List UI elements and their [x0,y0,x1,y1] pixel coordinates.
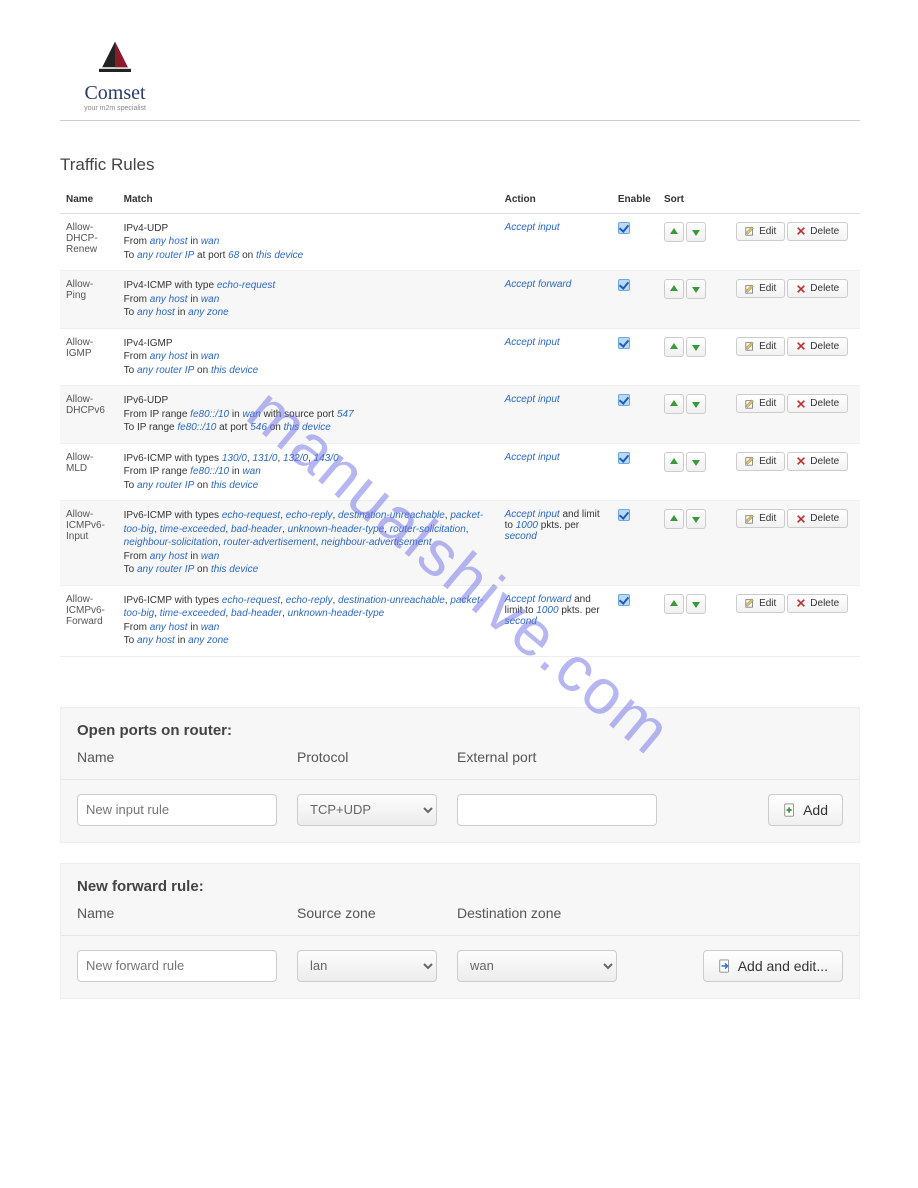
sort-up-button[interactable] [664,509,684,529]
enable-checkbox[interactable] [618,509,630,521]
edit-button[interactable]: Edit [736,594,785,613]
sort-up-button[interactable] [664,394,684,414]
brand-name: Comset [84,82,145,105]
rule-match: IPv6-ICMP with types echo-request, echo-… [118,501,499,586]
sort-up-button[interactable] [664,337,684,357]
open-ports-protocol-label: Protocol [297,749,437,765]
table-row: Allow-DHCP-RenewIPv4-UDPFrom any host in… [60,213,860,271]
enable-checkbox[interactable] [618,594,630,606]
sort-down-button[interactable] [686,394,706,414]
rule-action: Accept forward and limit to 1000 pkts. p… [499,585,612,656]
rule-action: Accept forward [499,271,612,329]
forward-add-button[interactable]: Add and edit... [703,950,843,982]
sort-down-button[interactable] [686,337,706,357]
delete-button[interactable]: Delete [787,394,848,413]
table-row: Allow-DHCPv6IPv6-UDPFrom IP range fe80::… [60,386,860,444]
open-ports-panel: Open ports on router: Name Protocol Exte… [60,707,860,843]
enable-checkbox[interactable] [618,337,630,349]
forward-src-select[interactable]: lan [297,950,437,982]
rule-match: IPv4-ICMP with type echo-requestFrom any… [118,271,499,329]
th-sort: Sort [658,187,730,213]
open-ports-name-label: Name [77,749,277,765]
rule-match: IPv6-ICMP with types 130/0, 131/0, 132/0… [118,443,499,501]
sort-down-button[interactable] [686,279,706,299]
open-ports-port-label: External port [457,749,657,765]
enable-checkbox[interactable] [618,222,630,234]
rule-name: Allow-MLD [60,443,118,501]
sort-down-button[interactable] [686,594,706,614]
sort-down-button[interactable] [686,222,706,242]
edit-button[interactable]: Edit [736,222,785,241]
sort-up-button[interactable] [664,222,684,242]
add-label: Add [803,802,828,818]
edit-button[interactable]: Edit [736,279,785,298]
forward-title: New forward rule: [61,864,859,905]
rule-match: IPv6-ICMP with types echo-request, echo-… [118,585,499,656]
table-row: Allow-IGMPIPv4-IGMPFrom any host in wanT… [60,328,860,386]
rule-name: Allow-ICMPv6-Input [60,501,118,586]
sort-down-button[interactable] [686,452,706,472]
add-edit-label: Add and edit... [738,958,828,974]
th-name: Name [60,187,118,213]
rule-action: Accept input [499,328,612,386]
brand-logo: Comset your m2m specialist [60,40,170,112]
delete-button[interactable]: Delete [787,222,848,241]
open-ports-name-input[interactable] [77,794,277,826]
open-ports-add-button[interactable]: Add [768,794,843,826]
sort-down-button[interactable] [686,509,706,529]
delete-button[interactable]: Delete [787,337,848,356]
plus-doc-icon [783,803,797,817]
open-ports-title: Open ports on router: [61,708,859,749]
forward-name-label: Name [77,905,277,921]
traffic-rules-table: Name Match Action Enable Sort Allow-DHCP… [60,187,860,657]
table-row: Allow-MLDIPv6-ICMP with types 130/0, 131… [60,443,860,501]
forward-src-label: Source zone [297,905,437,921]
sort-up-button[interactable] [664,279,684,299]
delete-button[interactable]: Delete [787,452,848,471]
forward-panel: New forward rule: Name Source zone Desti… [60,863,860,999]
forward-dst-select[interactable]: wan [457,950,617,982]
rule-action: Accept input and limit to 1000 pkts. per… [499,501,612,586]
rule-action: Accept input [499,443,612,501]
traffic-rules-title: Traffic Rules [60,155,860,175]
open-ports-port-input[interactable] [457,794,657,826]
rule-match: IPv4-UDPFrom any host in wanTo any route… [118,213,499,271]
forward-dst-label: Destination zone [457,905,617,921]
table-row: Allow-ICMPv6-ForwardIPv6-ICMP with types… [60,585,860,656]
rule-name: Allow-Ping [60,271,118,329]
table-row: Allow-ICMPv6-InputIPv6-ICMP with types e… [60,501,860,586]
brand-tagline: your m2m specialist [84,105,146,112]
edit-button[interactable]: Edit [736,452,785,471]
rule-name: Allow-DHCPv6 [60,386,118,444]
th-match: Match [118,187,499,213]
open-ports-protocol-select[interactable]: TCP+UDP [297,794,437,826]
forward-name-input[interactable] [77,950,277,982]
enable-checkbox[interactable] [618,394,630,406]
enable-checkbox[interactable] [618,452,630,464]
rule-name: Allow-ICMPv6-Forward [60,585,118,656]
sort-up-button[interactable] [664,594,684,614]
rule-match: IPv4-IGMPFrom any host in wanTo any rout… [118,328,499,386]
delete-button[interactable]: Delete [787,279,848,298]
rule-match: IPv6-UDPFrom IP range fe80::/10 in wan w… [118,386,499,444]
edit-button[interactable]: Edit [736,394,785,413]
logo-icon [91,40,139,80]
delete-button[interactable]: Delete [787,509,848,528]
header-divider [60,120,860,121]
arrow-doc-icon [718,959,732,973]
table-row: Allow-PingIPv4-ICMP with type echo-reque… [60,271,860,329]
edit-button[interactable]: Edit [736,509,785,528]
enable-checkbox[interactable] [618,279,630,291]
sort-up-button[interactable] [664,452,684,472]
rule-name: Allow-IGMP [60,328,118,386]
delete-button[interactable]: Delete [787,594,848,613]
rule-action: Accept input [499,213,612,271]
th-action: Action [499,187,612,213]
rule-action: Accept input [499,386,612,444]
rule-name: Allow-DHCP-Renew [60,213,118,271]
edit-button[interactable]: Edit [736,337,785,356]
th-enable: Enable [612,187,658,213]
